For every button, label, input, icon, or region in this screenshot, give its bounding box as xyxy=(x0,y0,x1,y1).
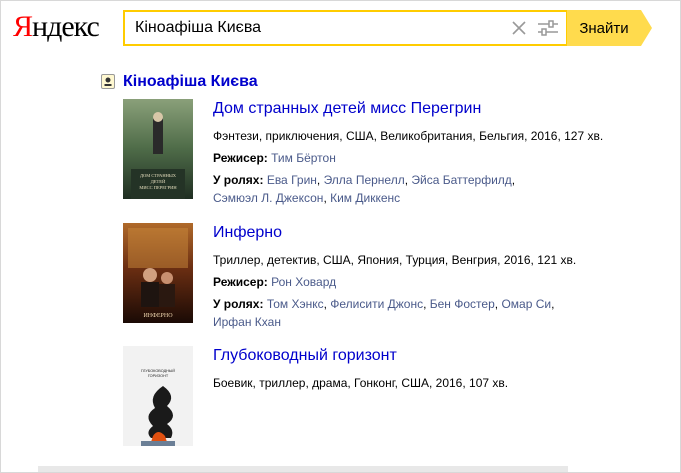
poster-1-text-1: ДОМ СТРАННЫХ xyxy=(140,173,177,178)
poster-3-text-2: ГОРИЗОНТ xyxy=(148,374,169,378)
movie-3-info: Боевик, триллер, драма, Гонконг, США, 20… xyxy=(213,376,509,390)
clear-icon[interactable] xyxy=(510,19,528,37)
cinema-icon xyxy=(101,74,115,89)
poster-1-text-2: ДЕТЕЙ xyxy=(151,179,166,184)
movie-2-cast-link-3[interactable]: Бен Фостер xyxy=(430,297,495,311)
movie-item-2: Инферно Триллер, детектив, США, Япония, … xyxy=(213,223,673,335)
yandex-logo[interactable]: Яндекс xyxy=(13,9,100,45)
movie-2-cast-row: У ролях: Том Хэнкс, Фелисити Джонс, Бен … xyxy=(213,297,555,329)
search-input[interactable] xyxy=(125,12,495,44)
movie-1-cast-link-5[interactable]: Ким Диккенс xyxy=(330,191,400,205)
poster-3-text-1: ГЛУБОКОВОДНЫЙ xyxy=(141,369,175,373)
search-button-arrow xyxy=(641,10,652,46)
movie-2-info: Триллер, детектив, США, Япония, Турция, … xyxy=(213,253,577,267)
movie-2-director-row: Режисер: Рон Ховард xyxy=(213,273,673,291)
movie-2-cast-link-5[interactable]: Ирфан Кхан xyxy=(213,315,281,329)
poster-2-image[interactable]: ИНФЕРНО xyxy=(123,223,193,323)
movie-2-cast-label: У ролях: xyxy=(213,297,264,311)
movie-1-director-link[interactable]: Тим Бёртон xyxy=(271,151,336,165)
movie-1-director-row: Режисер: Тим Бёртон xyxy=(213,149,673,167)
movie-2-director-link[interactable]: Рон Ховард xyxy=(271,275,336,289)
movie-2-cast-link-4[interactable]: Омар Си xyxy=(501,297,551,311)
movie-1-cast-link-2[interactable]: Элла Пернелл xyxy=(324,173,405,187)
movie-3-title-link[interactable]: Глубоководный горизонт xyxy=(213,346,673,365)
poster-3-image[interactable]: ГЛУБОКОВОДНЫЙ ГОРИЗОНТ xyxy=(123,346,193,446)
filters-icon[interactable] xyxy=(537,19,559,37)
movie-2-cast-link-1[interactable]: Том Хэнкс xyxy=(267,297,324,311)
result-title-link[interactable]: Кіноафіша Києва xyxy=(123,73,258,91)
movie-1-cast-link-3[interactable]: Эйса Баттерфилд xyxy=(411,173,511,187)
movie-item-1: Дом странных детей мисс Перегрин Фэнтези… xyxy=(213,99,673,211)
poster-2-text-1: ИНФЕРНО xyxy=(143,313,173,319)
movie-item-3: Глубоководный горизонт Боевик, триллер, … xyxy=(213,346,673,396)
movie-2-title-link[interactable]: Инферно xyxy=(213,223,673,242)
movie-1-director-label: Режисер: xyxy=(213,151,268,165)
movie-2-director-label: Режисер: xyxy=(213,275,268,289)
search-button[interactable]: Знайти xyxy=(567,10,641,46)
horizontal-scrollbar[interactable] xyxy=(38,466,568,472)
movie-2-cast-link-2[interactable]: Фелисити Джонс xyxy=(330,297,423,311)
movie-1-cast-label: У ролях: xyxy=(213,173,264,187)
movie-1-info: Фэнтези, приключения, США, Великобритани… xyxy=(213,129,604,143)
movie-1-cast-link-4[interactable]: Сэмюэл Л. Джексон xyxy=(213,191,323,205)
movie-1-title-link[interactable]: Дом странных детей мисс Перегрин xyxy=(213,99,673,118)
poster-1-image[interactable]: ДОМ СТРАННЫХ ДЕТЕЙ МИСС ПЕРЕГРИН xyxy=(123,99,193,199)
poster-1-text-3: МИСС ПЕРЕГРИН xyxy=(139,185,177,190)
movie-1-cast-link-1[interactable]: Ева Грин xyxy=(267,173,317,187)
search-box xyxy=(123,10,568,46)
movie-1-cast-row: У ролях: Ева Грин, Элла Пернелл, Эйса Ба… xyxy=(213,173,516,205)
